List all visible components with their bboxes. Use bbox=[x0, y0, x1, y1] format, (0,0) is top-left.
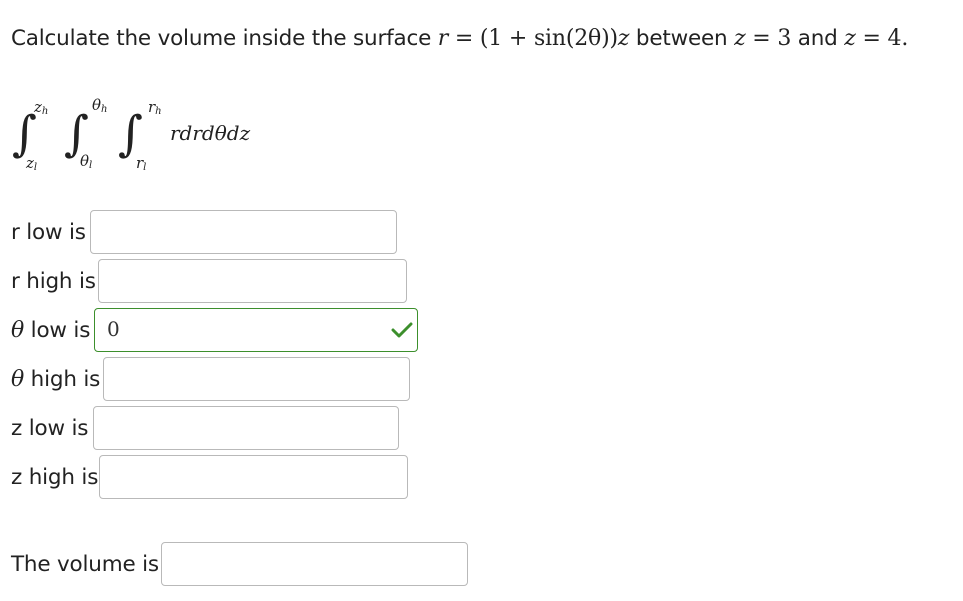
math-sin-arg: (2θ) bbox=[565, 26, 610, 51]
triple-integral: ∫ zh zl ∫ θh θl ∫ rh rl rdrdθdz bbox=[12, 96, 292, 182]
math-open: (1 + bbox=[479, 26, 534, 51]
middle-lower-limit: θl bbox=[80, 152, 93, 171]
question-between: between bbox=[629, 26, 735, 51]
math-z-1: z bbox=[734, 26, 746, 51]
integral-sign-inner: ∫ bbox=[118, 106, 144, 162]
question-prefix: Calculate the volume inside the surface bbox=[11, 26, 432, 51]
math-equals-1: = bbox=[745, 26, 778, 51]
z-high-row: z high is bbox=[11, 455, 98, 499]
inner-lower-limit: rl bbox=[136, 154, 147, 173]
math-z-value-1: 3 bbox=[777, 26, 792, 51]
z-low-label: z low is bbox=[11, 415, 89, 441]
integrand: rdrdθdz bbox=[170, 121, 251, 145]
volume-label: The volume is bbox=[11, 551, 159, 577]
outer-lower-limit: zl bbox=[26, 154, 38, 173]
theta-high-row: θ high is bbox=[11, 357, 100, 401]
integral-sign-outer: ∫ bbox=[12, 106, 38, 162]
r-high-input[interactable] bbox=[98, 259, 407, 303]
z-low-row: z low is bbox=[11, 406, 88, 450]
math-z: z bbox=[617, 26, 630, 51]
theta-low-value: 0 bbox=[107, 317, 120, 341]
middle-upper-limit: θh bbox=[92, 96, 108, 115]
math-close: ) bbox=[609, 26, 618, 51]
question-text: Calculate the volume inside the surface … bbox=[11, 26, 908, 51]
math-sin: sin bbox=[533, 26, 566, 51]
math-period: . bbox=[901, 26, 909, 51]
r-high-row: r high is bbox=[11, 259, 96, 303]
r-low-input[interactable] bbox=[90, 210, 397, 254]
z-high-input[interactable] bbox=[99, 455, 408, 499]
check-icon bbox=[391, 322, 413, 338]
r-low-row: r low is bbox=[11, 210, 86, 254]
theta-low-label: θ low is bbox=[11, 317, 91, 343]
volume-row: The volume is bbox=[11, 542, 159, 586]
math-equals-2: = bbox=[855, 26, 888, 51]
theta-high-input[interactable] bbox=[103, 357, 410, 401]
math-z-2: z bbox=[844, 26, 856, 51]
question-and: and bbox=[791, 26, 845, 51]
outer-upper-limit: zh bbox=[34, 98, 49, 117]
r-high-label: r high is bbox=[11, 268, 96, 294]
inner-upper-limit: rh bbox=[148, 98, 162, 117]
r-low-label: r low is bbox=[11, 219, 86, 245]
z-high-label: z high is bbox=[11, 464, 99, 490]
math-r: r bbox=[437, 26, 449, 51]
theta-high-label: θ high is bbox=[11, 366, 101, 392]
volume-input[interactable] bbox=[161, 542, 468, 586]
z-low-input[interactable] bbox=[93, 406, 399, 450]
math-z-value-2: 4 bbox=[887, 26, 902, 51]
theta-low-input[interactable]: 0 bbox=[94, 308, 418, 352]
integral-sign-middle: ∫ bbox=[64, 106, 90, 162]
theta-low-row: θ low is bbox=[11, 308, 90, 352]
math-equals: = bbox=[448, 26, 480, 51]
